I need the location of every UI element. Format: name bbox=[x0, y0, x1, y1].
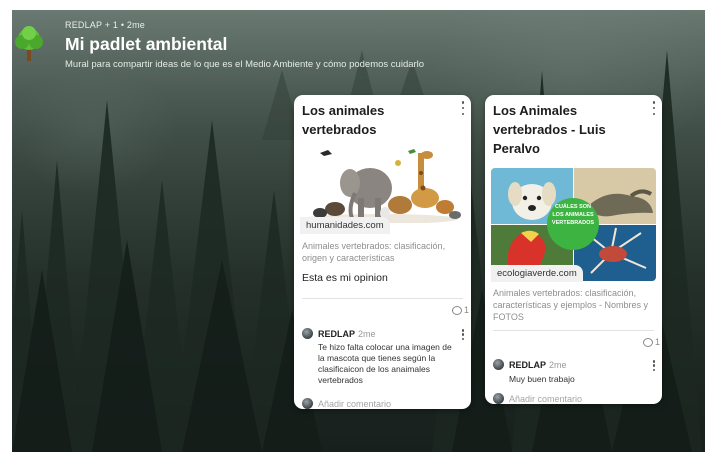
add-comment-input[interactable]: Añadir comentario bbox=[509, 394, 582, 404]
avatar bbox=[493, 393, 504, 404]
add-comment-input[interactable]: Añadir comentario bbox=[318, 399, 391, 409]
avatar bbox=[493, 359, 504, 370]
comment-count-value: 1 bbox=[464, 305, 470, 315]
comment-menu-icon[interactable] bbox=[650, 360, 658, 371]
padlet-board: REDLAP + 1 • 2me Mi padlet ambiental Mur… bbox=[12, 10, 705, 452]
board-subtitle: Mural para compartir ideas de lo que es … bbox=[65, 59, 425, 70]
comment-text: Te hizo falta colocar una imagen de la m… bbox=[318, 342, 452, 385]
post-link-description: Animales vertebrados: clasificación, ori… bbox=[302, 241, 446, 263]
comment-author: REDLAP bbox=[509, 360, 547, 370]
comment-count[interactable]: 1 bbox=[643, 337, 660, 347]
post-card-animales-vertebrados[interactable]: Los animales vertebrados humanidades.com… bbox=[294, 95, 471, 409]
post-divider bbox=[493, 330, 654, 331]
comment-count-value: 1 bbox=[655, 337, 661, 347]
post-menu-icon[interactable] bbox=[459, 101, 467, 115]
avatar bbox=[302, 328, 313, 339]
comment-time: 2me bbox=[549, 360, 567, 370]
post-menu-icon[interactable] bbox=[650, 101, 658, 115]
comment-bubble-icon bbox=[452, 305, 462, 315]
comment-count[interactable]: 1 bbox=[452, 305, 469, 315]
post-body-text: Esta es mi opinion bbox=[302, 272, 388, 284]
image-badge-text: CUÁLES SON LOS ANIMALES VERTEBRADOS bbox=[551, 204, 595, 226]
post-link-domain[interactable]: humanidades.com bbox=[300, 217, 390, 234]
tree-icon bbox=[15, 26, 43, 61]
board-title: Mi padlet ambiental bbox=[65, 34, 228, 54]
comment-time: 2me bbox=[358, 329, 376, 339]
comment-text: Muy buen trabajo bbox=[509, 374, 575, 384]
post-title: Los animales vertebrados bbox=[302, 103, 385, 137]
post-title: Los Animales vertebrados - Luis Peralvo bbox=[493, 103, 606, 156]
post-link-domain[interactable]: ecologiaverde.com bbox=[491, 265, 583, 282]
board-meta: REDLAP + 1 • 2me bbox=[65, 20, 145, 30]
comment-author: REDLAP bbox=[318, 329, 356, 339]
comment-bubble-icon bbox=[643, 337, 653, 347]
comment-menu-icon[interactable] bbox=[459, 329, 467, 340]
animals-illustration bbox=[302, 149, 461, 223]
board-header: REDLAP + 1 • 2me Mi padlet ambiental Mur… bbox=[12, 10, 705, 90]
post-card-luis-peralvo[interactable]: Los Animales vertebrados - Luis Peralvo bbox=[485, 95, 662, 404]
post-divider bbox=[302, 298, 463, 299]
post-image[interactable] bbox=[300, 143, 465, 223]
avatar bbox=[302, 398, 313, 409]
post-link-description: Animales vertebrados: clasificación, car… bbox=[493, 288, 649, 322]
